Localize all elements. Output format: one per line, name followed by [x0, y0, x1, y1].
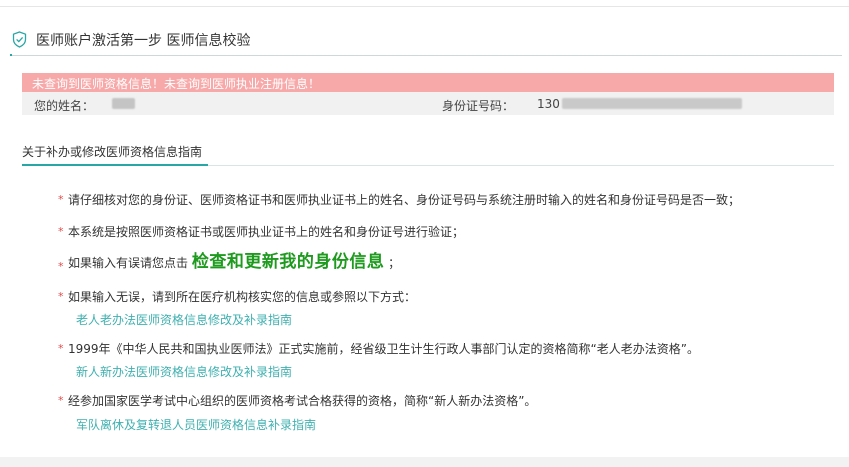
old-method-guide-link[interactable]: 老人老办法医师资格信息修改及补录指南 — [76, 311, 292, 328]
bullet-asterisk: * — [58, 225, 64, 238]
page-title-tab: 医师账户激活第一步 医师信息校验 — [10, 27, 250, 56]
guide-title-tab: 关于补办或修改医师资格信息指南 — [22, 143, 209, 166]
bullet-asterisk: * — [58, 342, 64, 355]
guide-item-1-text: 请仔细核对您的身份证、医师资格证书和医师执业证书上的姓名、身份证号码与系统注册时… — [68, 193, 741, 207]
guide-item-2-text: 本系统是按照医师资格证书或医师执业证书上的姓名和身份证号进行验证； — [68, 225, 465, 239]
id-number-prefix: 130 — [537, 97, 560, 111]
id-number-redacted — [562, 98, 742, 109]
bullet-asterisk: * — [58, 394, 64, 407]
error-alert: 未查询到医师资格信息！未查询到医师执业注册信息！ — [22, 73, 834, 92]
name-value-redacted — [112, 98, 135, 109]
page-title: 医师账户激活第一步 医师信息校验 — [36, 33, 251, 49]
guide-section-header: 关于补办或修改医师资格信息指南 — [22, 143, 834, 166]
guide-item-3-suffix: ； — [388, 256, 401, 270]
page-header: 医师账户激活第一步 医师信息校验 — [10, 27, 842, 56]
bullet-asterisk: * — [58, 290, 64, 303]
update-identity-link[interactable]: 检查和更新我的身份信息 — [192, 252, 385, 272]
new-method-guide-link[interactable]: 新人新办法医师资格信息修改及补录指南 — [76, 363, 292, 380]
guide-item-5-text: 1999年《中华人民共和国执业医师法》正式实施前，经省级卫生计生行政人事部门认定… — [68, 342, 699, 356]
account-info-bar: 您的姓名： 身份证号码： 130 — [22, 92, 834, 115]
name-label: 您的姓名： — [34, 99, 95, 113]
top-divider — [0, 6, 849, 7]
shield-check-icon — [12, 31, 27, 48]
guide-item-3: 如果输入有误请您点击 检查和更新我的身份信息 ； — [68, 251, 400, 274]
guide-item-3-text: 如果输入有误请您点击 — [68, 256, 189, 270]
bullet-asterisk: * — [58, 193, 64, 206]
bottom-strip — [0, 457, 849, 467]
id-number-label: 身份证号码： — [442, 99, 515, 113]
guide-list: * 请仔细核对您的身份证、医师资格证书和医师执业证书上的姓名、身份证号码与系统注… — [0, 0, 849, 467]
guide-title: 关于补办或修改医师资格信息指南 — [22, 145, 203, 159]
error-alert-text: 未查询到医师资格信息！未查询到医师执业注册信息！ — [32, 77, 321, 91]
military-retiree-guide-link[interactable]: 军队离休及复转退人员医师资格信息补录指南 — [76, 416, 316, 433]
guide-item-4-text: 如果输入无误，请到所在医疗机构核实您的信息或参照以下方式： — [68, 290, 417, 304]
bullet-asterisk: * — [58, 260, 64, 273]
guide-item-6-text: 经参加国家医学考试中心组织的医师资格考试合格获得的资格，简称“新人新办法资格”。 — [68, 394, 537, 408]
